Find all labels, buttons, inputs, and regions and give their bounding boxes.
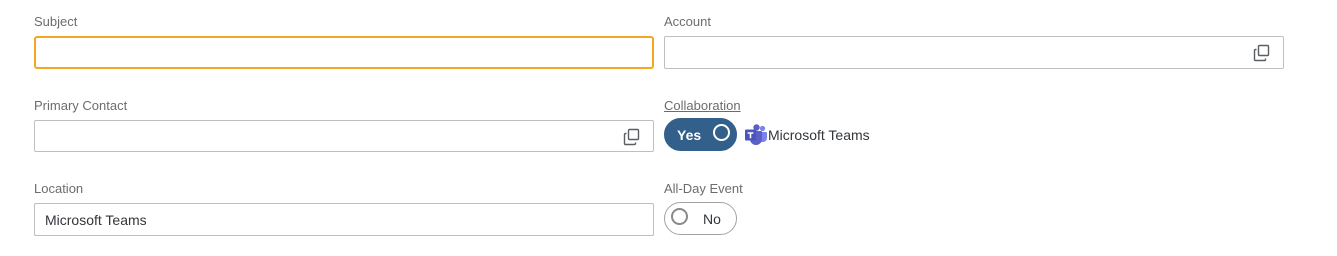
subject-input[interactable] [34,36,654,69]
all-day-event-label: All-Day Event [664,181,743,196]
subject-label: Subject [34,14,78,29]
collaboration-toggle-text: Yes [677,127,702,143]
value-help-icon[interactable] [623,128,641,146]
location-input[interactable]: Microsoft Teams [34,203,654,236]
primary-contact-label: Primary Contact [34,98,128,113]
value-help-icon[interactable] [1253,44,1271,62]
toggle-knob [671,208,688,225]
all-day-event-toggle-text: No [703,211,721,227]
account-label: Account [664,14,711,29]
collaboration-provider-label: Microsoft Teams [768,127,870,143]
location-value: Microsoft Teams [45,212,147,228]
collaboration-toggle[interactable]: Yes [664,118,737,151]
collaboration-provider: Microsoft Teams [744,123,870,147]
all-day-event-toggle[interactable]: No [664,202,737,235]
location-label: Location [34,181,84,196]
account-input[interactable] [664,36,1284,69]
collaboration-label[interactable]: Collaboration [664,98,741,114]
microsoft-teams-icon [745,124,767,145]
toggle-knob [713,124,730,141]
primary-contact-input[interactable] [34,120,654,152]
